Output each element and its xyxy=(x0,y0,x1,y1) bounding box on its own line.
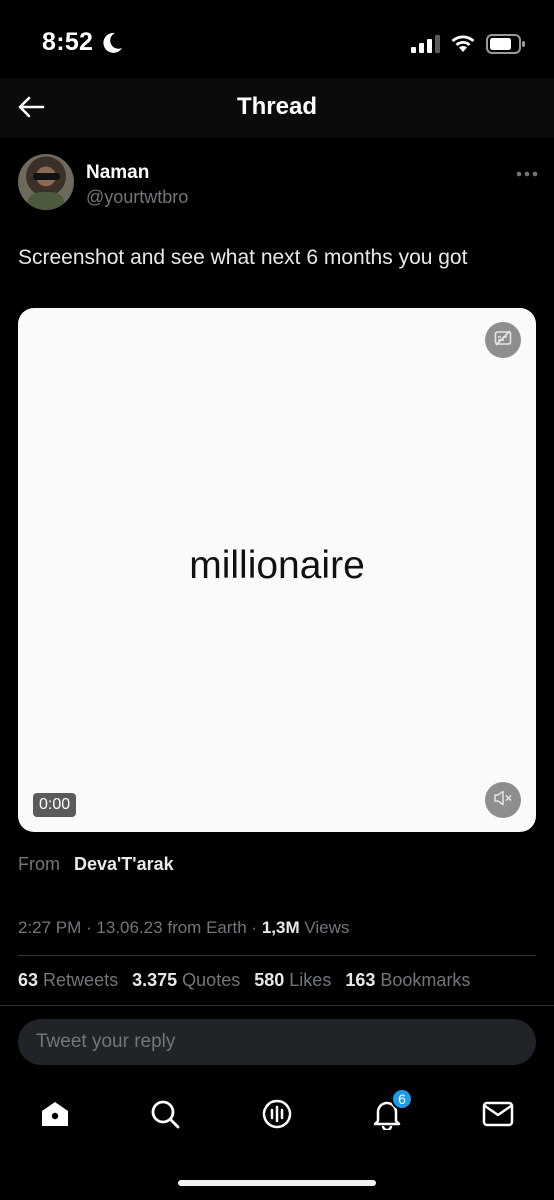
divider xyxy=(0,1005,554,1006)
tweet-stats: 63 Retweets 3.375 Quotes 580 Likes 163 B… xyxy=(18,970,479,991)
bookmarks-stat[interactable]: 163 Bookmarks xyxy=(345,970,470,990)
source-name-link[interactable]: Deva'T'arak xyxy=(74,854,174,874)
source-label: From xyxy=(18,854,60,874)
tweet-location: from Earth xyxy=(167,918,247,937)
home-indicator xyxy=(178,1180,376,1186)
moon-icon xyxy=(103,32,123,59)
tab-notifications[interactable]: 6 xyxy=(367,1088,413,1136)
bottom-tab-bar: 6 xyxy=(0,1084,554,1144)
speaker-muted-icon xyxy=(493,790,513,811)
tweet-text: Screenshot and see what next 6 months yo… xyxy=(18,246,468,269)
avatar[interactable] xyxy=(18,154,74,210)
page-title: Thread xyxy=(236,93,317,120)
signal-icon xyxy=(411,35,441,58)
divider xyxy=(18,955,536,956)
views-count[interactable]: 1,3M xyxy=(262,918,300,937)
author-handle[interactable]: @yourtwtbro xyxy=(86,187,188,208)
author-name[interactable]: Naman xyxy=(86,162,149,184)
likes-stat[interactable]: 580 Likes xyxy=(254,970,331,990)
tab-search[interactable] xyxy=(145,1096,185,1136)
video-duration: 0:00 xyxy=(33,793,77,817)
tweet-date: 13.06.23 xyxy=(96,918,163,937)
status-bar: 8:52 xyxy=(0,0,554,78)
views-label: Views xyxy=(304,918,350,937)
tab-messages[interactable] xyxy=(478,1096,518,1136)
quotes-stat[interactable]: 3.375 Quotes xyxy=(132,970,240,990)
tweet-time: 2:27 PM xyxy=(18,918,82,937)
nav-bar: Thread xyxy=(0,78,554,138)
retweets-stat[interactable]: 63 Retweets xyxy=(18,970,118,990)
search-icon xyxy=(149,1098,181,1135)
wifi-icon xyxy=(450,33,476,58)
notification-count-badge: 6 xyxy=(391,1088,413,1110)
home-icon xyxy=(39,1099,71,1134)
status-time: 8:52 xyxy=(42,28,94,56)
video-source: From Deva'T'arak xyxy=(18,854,174,875)
tweet-meta: 2:27 PM · 13.06.23 from Earth · 1,3M Vie… xyxy=(18,918,350,937)
tab-home[interactable] xyxy=(35,1096,75,1136)
spaces-icon xyxy=(260,1097,294,1136)
captions-off-icon xyxy=(494,329,512,351)
more-options-icon[interactable] xyxy=(516,164,538,182)
tweet-video[interactable]: millionaire 0:00 xyxy=(18,308,536,832)
mail-icon xyxy=(482,1101,514,1132)
video-caption: millionaire xyxy=(189,544,365,587)
captions-toggle-button[interactable] xyxy=(485,322,521,358)
tab-spaces[interactable] xyxy=(257,1096,297,1136)
tweet-author: Naman @yourtwtbro xyxy=(18,154,538,214)
reply-input[interactable]: Tweet your reply xyxy=(18,1019,536,1065)
battery-icon xyxy=(486,34,526,59)
mute-button[interactable] xyxy=(485,782,521,818)
